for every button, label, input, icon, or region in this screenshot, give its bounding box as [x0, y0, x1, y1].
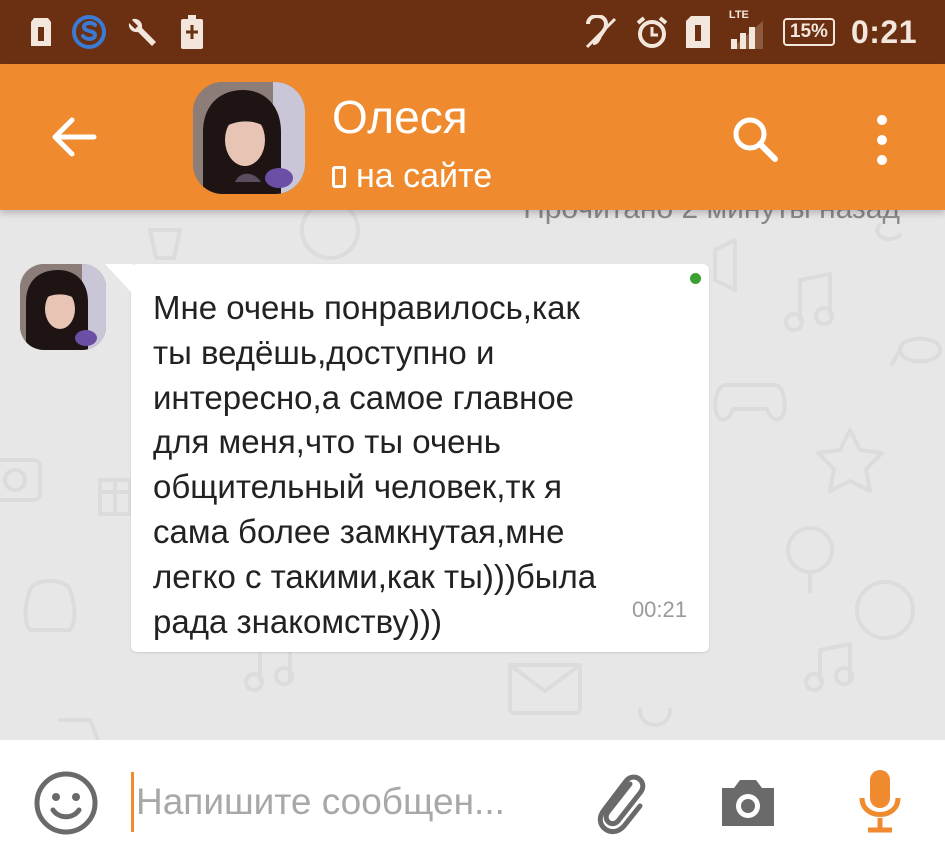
contact-name[interactable]: Олеся: [332, 90, 468, 144]
paperclip-icon: [597, 774, 646, 835]
microphone-button[interactable]: [858, 768, 902, 834]
message-line: Мне очень понравилось,как: [153, 289, 580, 326]
attach-button[interactable]: [592, 768, 648, 836]
chat-toolbar: Олеся на сайте: [0, 64, 945, 210]
status-bar-left: [0, 13, 204, 51]
battery-percent: 15%: [782, 18, 835, 46]
message-line: рада знакомству))): [153, 602, 442, 640]
microphone-icon: [859, 770, 901, 833]
message-input-bar: [0, 740, 945, 864]
status-bar-right: LTE 15% 0:21: [583, 9, 945, 51]
message-line: сама более замкнутая,мне: [153, 512, 565, 550]
back-button[interactable]: [48, 114, 100, 160]
more-vert-icon: [877, 115, 887, 165]
text-cursor: [131, 772, 134, 832]
network-type-label: LTE: [728, 9, 749, 21]
sim-icon: [685, 15, 711, 49]
message-input[interactable]: [136, 776, 556, 828]
message-line: интересно,а самое главное: [153, 378, 575, 416]
emoji-icon: [34, 771, 98, 835]
search-icon: [733, 117, 778, 162]
emoji-button[interactable]: [33, 770, 99, 836]
bubble-tail: [105, 264, 133, 294]
camera-icon: [722, 780, 774, 826]
message-line: ты ведёшь,доступно и: [153, 333, 495, 371]
battery-icon: 15%: [782, 18, 835, 46]
arrow-back-icon: [52, 117, 97, 157]
message-bubble[interactable]: Мне очень понравилось,как ты ведёшь,дост…: [105, 264, 709, 652]
message-line: легко с такими,как ты)))была: [153, 557, 597, 595]
message-time: 00:21: [631, 597, 687, 622]
sender-avatar[interactable]: [20, 264, 106, 350]
contact-avatar[interactable]: [193, 82, 305, 194]
more-options-button[interactable]: [868, 110, 896, 170]
status-clock: 0:21: [850, 13, 917, 50]
skype-icon: [70, 13, 108, 51]
read-receipt: Прочитано 2 минуты назад: [523, 210, 900, 226]
camera-button[interactable]: [718, 776, 778, 830]
chat-area[interactable]: Прочитано 2 минуты назад Мне очень понра…: [0, 210, 945, 740]
hearing-aid-icon: [583, 15, 619, 49]
alarm-icon: [635, 15, 669, 49]
mobile-phone-icon: [332, 165, 346, 188]
sd-card-icon: [30, 17, 52, 47]
signal-icon: LTE: [727, 9, 767, 49]
message-line: общительный человек,тк я: [153, 468, 562, 506]
message-line: для меня,что ты очень: [153, 423, 501, 461]
presence-status: на сайте: [332, 157, 492, 196]
battery-charging-icon: [180, 15, 204, 49]
search-button[interactable]: [728, 112, 782, 166]
message-text: Мне очень понравилось,как ты ведёшь,дост…: [153, 286, 673, 644]
wrench-icon: [126, 14, 162, 50]
online-indicator: [690, 273, 701, 284]
status-bar: LTE 15% 0:21: [0, 0, 945, 64]
presence-text: на сайте: [356, 157, 493, 195]
